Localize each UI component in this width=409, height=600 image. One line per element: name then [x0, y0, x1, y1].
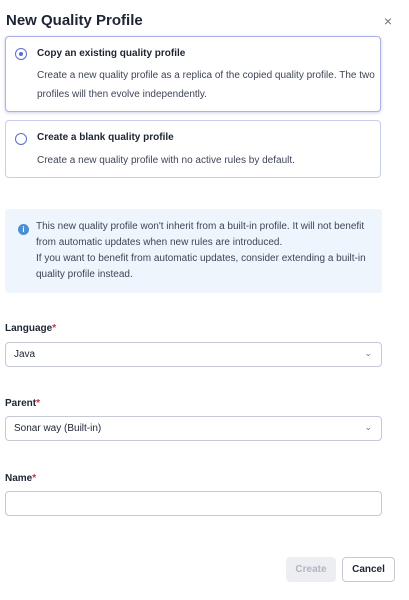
- radio-copy-profile[interactable]: [15, 48, 27, 60]
- info-message: i This new quality profile won't inherit…: [5, 209, 382, 293]
- close-icon[interactable]: ×: [384, 13, 392, 29]
- name-label: Name*: [5, 473, 36, 484]
- info-icon: i: [18, 224, 29, 235]
- option-copy-profile[interactable]: Copy an existing quality profile Create …: [5, 36, 381, 112]
- name-input[interactable]: [5, 491, 382, 516]
- parent-label-text: Parent: [5, 398, 37, 409]
- info-line-1: This new quality profile won't inherit f…: [36, 221, 365, 248]
- parent-value: Sonar way (Built-in): [14, 423, 102, 434]
- required-mark: *: [52, 323, 57, 334]
- required-mark: *: [32, 473, 37, 484]
- option-blank-description: Create a new quality profile with no act…: [37, 155, 295, 166]
- create-button[interactable]: Create: [286, 557, 336, 582]
- dialog-header: New Quality Profile ×: [6, 12, 398, 32]
- info-text: This new quality profile won't inherit f…: [36, 219, 372, 283]
- language-label: Language*: [5, 323, 56, 334]
- required-mark: *: [36, 398, 41, 409]
- chevron-down-icon: ⌄: [364, 348, 372, 358]
- option-blank-profile[interactable]: Create a blank quality profile Create a …: [5, 120, 381, 178]
- parent-label: Parent*: [5, 398, 40, 409]
- language-select[interactable]: Java ⌄: [5, 342, 382, 367]
- name-label-text: Name: [5, 473, 33, 484]
- radio-blank-profile[interactable]: [15, 133, 27, 145]
- chevron-down-icon: ⌄: [364, 422, 372, 432]
- option-copy-title: Copy an existing quality profile: [37, 48, 186, 59]
- option-copy-description: Create a new quality profile as a replic…: [37, 70, 375, 100]
- parent-select[interactable]: Sonar way (Built-in) ⌄: [5, 416, 382, 441]
- info-line-2: If you want to benefit from automatic up…: [36, 253, 366, 280]
- dialog-title: New Quality Profile: [6, 12, 143, 29]
- cancel-button[interactable]: Cancel: [342, 557, 395, 582]
- option-blank-title: Create a blank quality profile: [37, 132, 174, 143]
- language-label-text: Language: [5, 323, 53, 334]
- radio-selected-dot: [19, 52, 23, 56]
- language-value: Java: [14, 349, 36, 360]
